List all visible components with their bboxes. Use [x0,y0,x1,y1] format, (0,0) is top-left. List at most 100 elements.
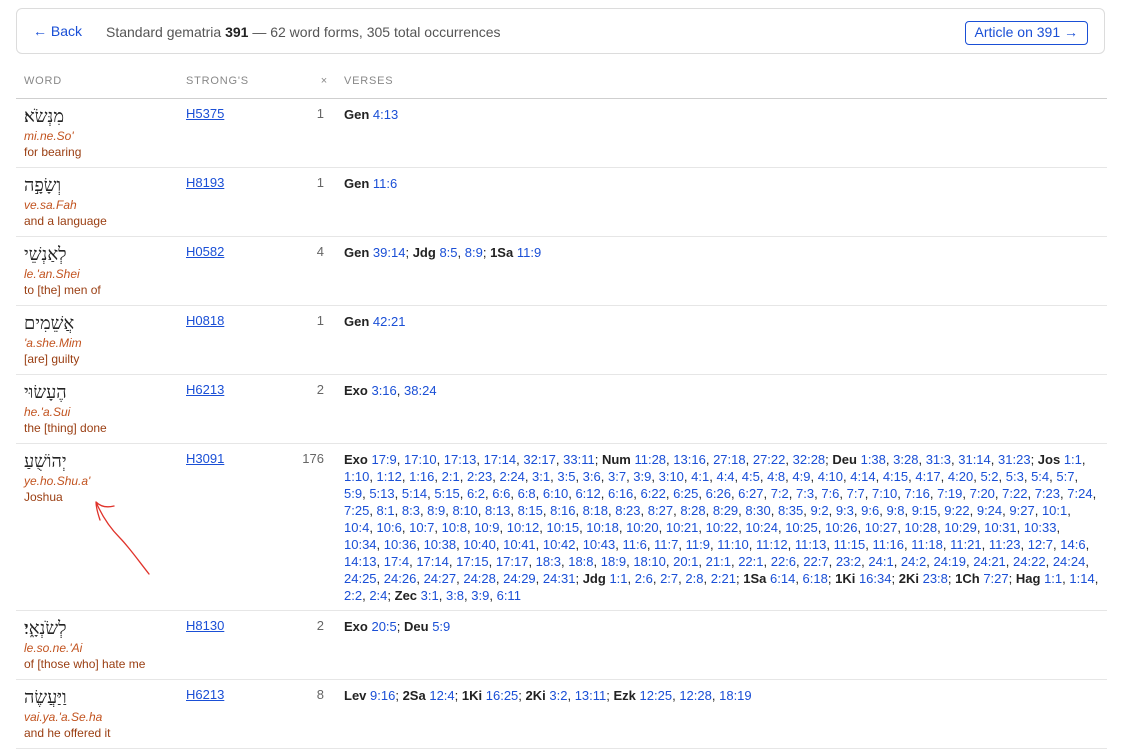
verse-link[interactable]: 11:7 [654,537,678,552]
verse-link[interactable]: 8:27 [648,503,673,518]
strongs-link[interactable]: H0582 [186,244,224,259]
verse-link[interactable]: 24:19 [933,554,966,569]
verse-link[interactable]: 14:6 [1060,537,1085,552]
verse-link[interactable]: 17:9 [371,452,396,467]
verse-link[interactable]: 18:3 [536,554,561,569]
verse-link[interactable]: 3:2 [549,688,567,703]
verse-link[interactable]: 4:4 [716,469,734,484]
verse-link[interactable]: 1:1 [609,571,627,586]
verse-link[interactable]: 9:22 [944,503,969,518]
verse-link[interactable]: 32:17 [523,452,556,467]
verse-link[interactable]: 10:31 [984,520,1017,535]
verse-link[interactable]: 7:3 [796,486,814,501]
verse-link[interactable]: 39:14 [373,245,406,260]
verse-link[interactable]: 2:1 [442,469,460,484]
verse-link[interactable]: 11:9 [517,245,541,260]
verse-link[interactable]: 31:14 [958,452,991,467]
verse-link[interactable]: 10:25 [785,520,818,535]
verse-link[interactable]: 7:20 [970,486,995,501]
strongs-link[interactable]: H6213 [186,382,224,397]
verse-link[interactable]: 3:1 [532,469,550,484]
back-link[interactable]: ← Back [33,23,82,39]
verse-link[interactable]: 10:24 [745,520,778,535]
verse-link[interactable]: 18:10 [633,554,666,569]
verse-link[interactable]: 1:10 [344,469,369,484]
verse-link[interactable]: 7:16 [905,486,930,501]
verse-link[interactable]: 11:6 [622,537,646,552]
verse-link[interactable]: 1:16 [409,469,434,484]
verse-link[interactable]: 8:1 [377,503,395,518]
verse-link[interactable]: 20:1 [673,554,698,569]
verse-link[interactable]: 10:27 [865,520,898,535]
verse-link[interactable]: 11:16 [872,537,904,552]
verse-link[interactable]: 24:29 [503,571,536,586]
verse-link[interactable]: 10:33 [1024,520,1057,535]
verse-link[interactable]: 16:25 [486,688,519,703]
verse-link[interactable]: 3:28 [893,452,918,467]
verse-link[interactable]: 12:25 [640,688,673,703]
strongs-link[interactable]: H8193 [186,175,224,190]
verse-link[interactable]: 8:23 [615,503,640,518]
verse-link[interactable]: 10:21 [666,520,699,535]
verse-link[interactable]: 4:15 [883,469,908,484]
verse-link[interactable]: 6:22 [641,486,666,501]
verse-link[interactable]: 22:1 [738,554,763,569]
verse-link[interactable]: 21:1 [706,554,731,569]
verse-link[interactable]: 5:9 [432,619,450,634]
verse-link[interactable]: 6:14 [770,571,795,586]
verse-link[interactable]: 9:8 [886,503,904,518]
verse-link[interactable]: 10:1 [1042,503,1067,518]
verse-link[interactable]: 10:38 [424,537,457,552]
verse-link[interactable]: 14:13 [344,554,377,569]
verse-link[interactable]: 11:13 [795,537,827,552]
verse-link[interactable]: 11:15 [834,537,866,552]
verse-link[interactable]: 7:10 [872,486,897,501]
verse-link[interactable]: 33:11 [563,452,595,467]
verse-link[interactable]: 1:38 [861,452,886,467]
verse-link[interactable]: 6:26 [706,486,731,501]
verse-link[interactable]: 2:7 [660,571,678,586]
verse-link[interactable]: 7:7 [847,486,865,501]
verse-link[interactable]: 4:10 [818,469,843,484]
verse-link[interactable]: 24:24 [1053,554,1086,569]
verse-link[interactable]: 17:4 [384,554,409,569]
verse-link[interactable]: 5:9 [344,486,362,501]
verse-link[interactable]: 23:8 [923,571,948,586]
verse-link[interactable]: 6:16 [608,486,633,501]
verse-link[interactable]: 4:9 [792,469,810,484]
verse-link[interactable]: 4:14 [850,469,875,484]
verse-link[interactable]: 8:35 [778,503,803,518]
verse-link[interactable]: 11:28 [634,452,666,467]
verse-link[interactable]: 7:23 [1035,486,1060,501]
verse-link[interactable]: 10:34 [344,537,377,552]
verse-link[interactable]: 3:5 [557,469,575,484]
strongs-link[interactable]: H5375 [186,106,224,121]
verse-link[interactable]: 13:16 [673,452,706,467]
verse-link[interactable]: 3:9 [471,588,489,603]
verse-link[interactable]: 5:3 [1006,469,1024,484]
verse-link[interactable]: 5:13 [369,486,394,501]
verse-link[interactable]: 6:11 [497,588,521,603]
verse-link[interactable]: 11:9 [686,537,710,552]
verse-link[interactable]: 4:13 [373,107,398,122]
verse-link[interactable]: 8:9 [465,245,483,260]
verse-link[interactable]: 6:18 [803,571,828,586]
verse-link[interactable]: 17:14 [416,554,449,569]
verse-link[interactable]: 7:2 [771,486,789,501]
verse-link[interactable]: 18:8 [568,554,593,569]
verse-link[interactable]: 6:12 [575,486,600,501]
verse-link[interactable]: 4:1 [691,469,709,484]
verse-link[interactable]: 8:5 [439,245,457,260]
verse-link[interactable]: 7:6 [821,486,839,501]
verse-link[interactable]: 8:28 [680,503,705,518]
verse-link[interactable]: 7:27 [983,571,1008,586]
verse-link[interactable]: 17:15 [456,554,489,569]
verse-link[interactable]: 6:8 [518,486,536,501]
verse-link[interactable]: 2:8 [685,571,703,586]
verse-link[interactable]: 11:6 [373,176,397,191]
verse-link[interactable]: 10:40 [463,537,496,552]
verse-link[interactable]: 2:21 [711,571,736,586]
verse-link[interactable]: 8:30 [745,503,770,518]
verse-link[interactable]: 4:20 [948,469,973,484]
verse-link[interactable]: 1:1 [1044,571,1062,586]
